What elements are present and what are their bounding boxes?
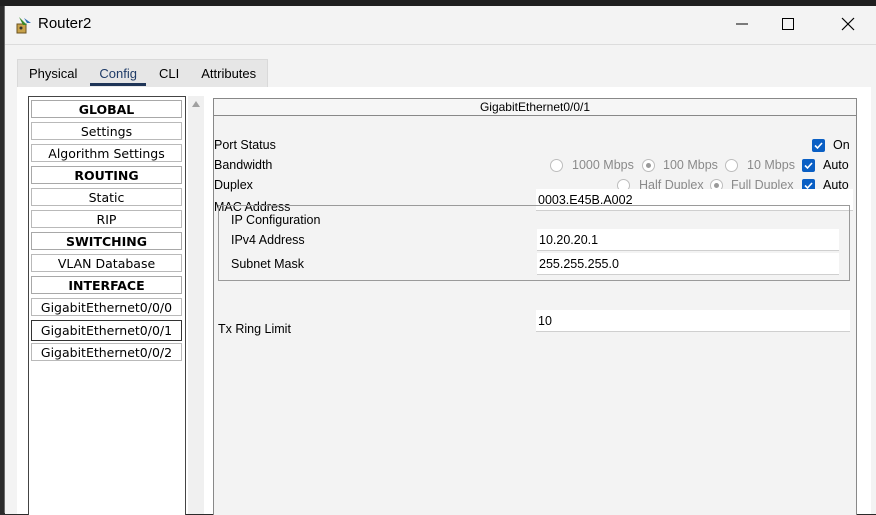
config-sidebar: GLOBAL Settings Algorithm Settings ROUTI… <box>28 96 186 515</box>
sidebar-header-global: GLOBAL <box>31 100 182 118</box>
bandwidth-10-label: 10 Mbps <box>747 158 795 172</box>
bandwidth-1000-radio[interactable] <box>550 159 563 172</box>
scroll-up-icon[interactable] <box>190 98 202 110</box>
bandwidth-100-label: 100 Mbps <box>663 158 718 172</box>
active-tab-underline <box>90 83 146 86</box>
subnet-mask-label: Subnet Mask <box>231 257 304 271</box>
sidebar-item-gig0-0-0[interactable]: GigabitEthernet0/0/0 <box>31 298 182 316</box>
tab-label: Config <box>99 66 137 81</box>
sidebar-item-vlan-database[interactable]: VLAN Database <box>31 254 182 272</box>
check-icon <box>804 162 813 170</box>
tab-label: Attributes <box>201 66 257 81</box>
port-status-label: Port Status <box>214 138 276 152</box>
interface-title: GigabitEthernet0/0/1 <box>214 99 856 116</box>
tab-label: CLI <box>159 66 180 81</box>
port-status-checkbox[interactable] <box>812 139 825 152</box>
bandwidth-1000-label: 1000 Mbps <box>572 158 634 172</box>
tab-attributes[interactable]: Attributes <box>190 60 267 88</box>
bandwidth-label: Bandwidth <box>214 158 273 172</box>
close-icon <box>841 17 855 31</box>
tab-config[interactable]: Config <box>88 60 148 88</box>
bandwidth-10-radio[interactable] <box>725 159 738 172</box>
tab-cli[interactable]: CLI <box>148 60 190 88</box>
tab-label: Physical <box>29 66 78 81</box>
sidebar-item-rip[interactable]: RIP <box>31 210 182 228</box>
config-panel: GLOBAL Settings Algorithm Settings ROUTI… <box>17 87 871 515</box>
minimize-icon <box>736 23 748 25</box>
check-icon <box>814 142 823 150</box>
maximize-button[interactable] <box>765 6 811 42</box>
tab-physical[interactable]: Physical <box>18 60 88 88</box>
sidebar-item-settings[interactable]: Settings <box>31 122 182 140</box>
close-button[interactable] <box>825 6 871 42</box>
ipv4-address-field[interactable]: 10.20.20.1 <box>537 229 839 251</box>
ip-configuration-label: IP Configuration <box>231 213 321 227</box>
sidebar-item-static[interactable]: Static <box>31 188 182 206</box>
sidebar-header-switching: SWITCHING <box>31 232 182 250</box>
title-bar: Router2 <box>5 6 876 44</box>
ip-configuration-group: IP Configuration IPv4 Address 10.20.20.1… <box>218 205 850 281</box>
router-window: Router2 Physical Config CLI Attributes G… <box>4 6 876 515</box>
bandwidth-auto-checkbox[interactable] <box>802 159 815 172</box>
interface-settings: GigabitEthernet0/0/1 Port Status On Band… <box>213 98 857 515</box>
bandwidth-auto-label: Auto <box>823 158 849 172</box>
ipv4-address-label: IPv4 Address <box>231 233 305 247</box>
tx-ring-limit-field[interactable]: 10 <box>536 310 850 332</box>
window-body: Physical Config CLI Attributes GLOBAL Se… <box>5 44 876 515</box>
router-app-icon <box>15 15 35 35</box>
sidebar-item-gig0-0-2[interactable]: GigabitEthernet0/0/2 <box>31 343 182 361</box>
tab-bar: Physical Config CLI Attributes <box>17 59 269 88</box>
minimize-button[interactable] <box>719 6 765 42</box>
window-title: Router2 <box>38 15 92 32</box>
sidebar-scrollbar[interactable] <box>188 96 204 514</box>
tx-ring-limit-label: Tx Ring Limit <box>218 322 291 336</box>
maximize-icon <box>782 18 794 30</box>
port-status-on-label: On <box>833 138 850 152</box>
sidebar-item-gig0-0-1[interactable]: GigabitEthernet0/0/1 <box>31 320 182 341</box>
subnet-mask-field[interactable]: 255.255.255.0 <box>537 253 839 275</box>
bandwidth-100-radio[interactable] <box>642 159 655 172</box>
sidebar-item-algorithm-settings[interactable]: Algorithm Settings <box>31 144 182 162</box>
duplex-label: Duplex <box>214 178 253 192</box>
sidebar-header-routing: ROUTING <box>31 166 182 184</box>
sidebar-header-interface: INTERFACE <box>31 276 182 294</box>
